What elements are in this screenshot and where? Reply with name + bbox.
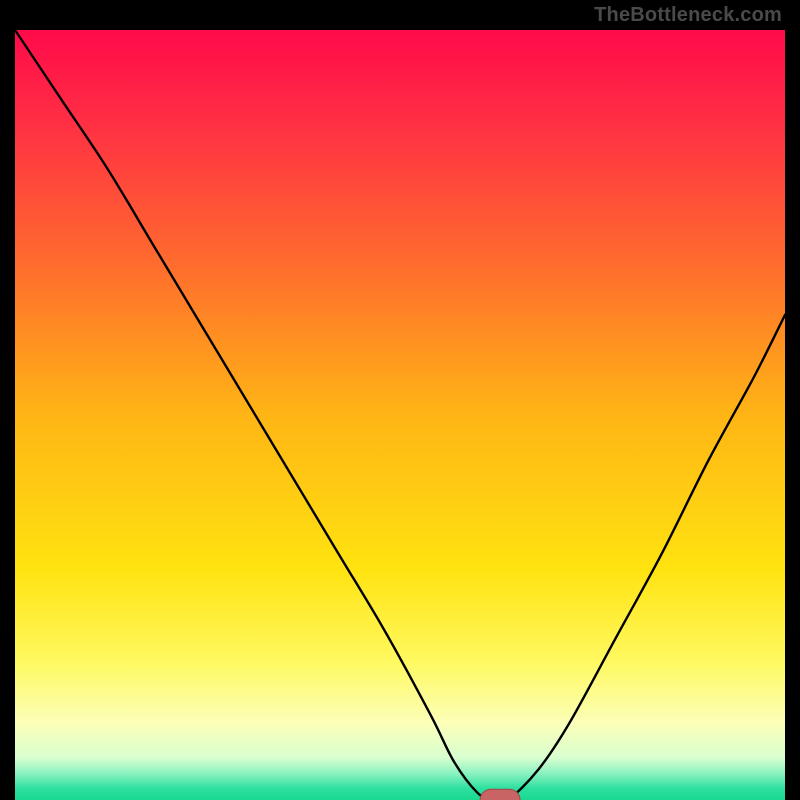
chart-container: TheBottleneck.com <box>0 0 800 800</box>
bottleneck-marker <box>480 789 520 800</box>
watermark-label: TheBottleneck.com <box>594 4 782 27</box>
plot-area <box>15 30 785 800</box>
plot-svg <box>15 30 785 800</box>
gradient-background <box>15 30 785 800</box>
